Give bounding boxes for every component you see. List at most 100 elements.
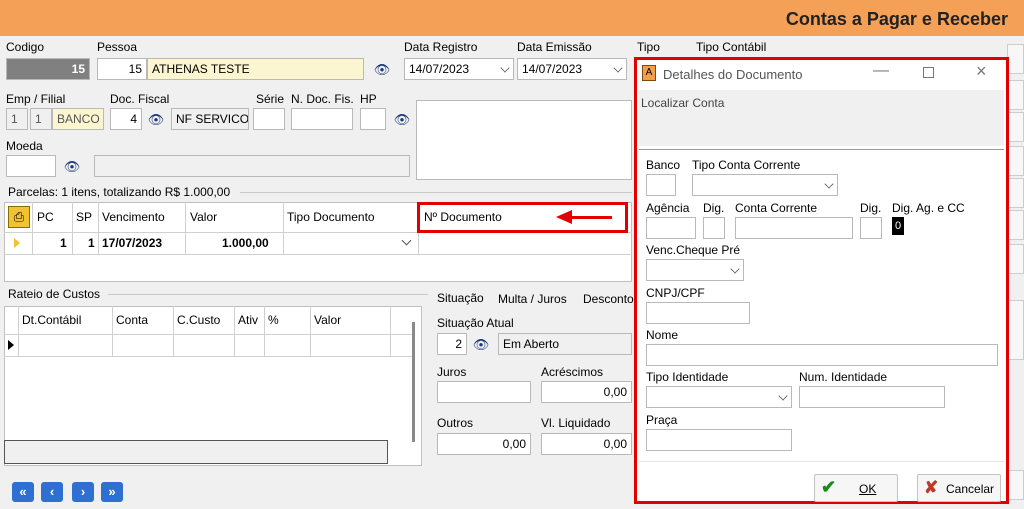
col-pc: PC [37, 210, 54, 224]
situacao-desc: Em Aberto [498, 333, 632, 355]
tipo-conta-label: Tipo Conta Corrente [692, 158, 801, 172]
chevron-down-icon [500, 63, 510, 73]
venc-cheque-label: Venc.Cheque Pré [646, 243, 741, 257]
n-doc-fis-label: N. Doc. Fis. [291, 92, 354, 106]
codigo-field[interactable]: 15 [6, 58, 90, 80]
close-icon[interactable]: × [976, 61, 987, 82]
data-registro-label: Data Registro [404, 40, 478, 54]
col-valor: Valor [190, 210, 218, 224]
venc-cheque-select[interactable] [646, 259, 744, 281]
side-button[interactable] [1007, 146, 1024, 176]
minimize-icon[interactable]: — [873, 62, 889, 80]
title-bar: Contas a Pagar e Receber [0, 0, 1024, 36]
banco-input[interactable] [646, 174, 676, 196]
doc-fiscal-desc: NF SERVICO [171, 108, 249, 130]
side-button[interactable] [1007, 300, 1024, 360]
ok-label: OK [859, 482, 877, 496]
col-conta: Conta [116, 313, 149, 327]
first-record-button[interactable]: « [12, 482, 34, 502]
dialog-spacer [639, 112, 1004, 146]
hp-label: HP [360, 92, 377, 106]
chevron-down-icon [613, 63, 623, 73]
printer-icon[interactable]: ⎙ [8, 206, 30, 228]
dig2-input[interactable] [860, 217, 882, 239]
tipo-contabil-label: Tipo Contábil [696, 40, 767, 54]
row-indicator-icon [8, 340, 14, 350]
filial-field[interactable]: 1 [30, 108, 52, 130]
app-icon: A [642, 65, 656, 81]
check-icon: ✔ [821, 477, 837, 497]
emp-field[interactable]: 1 [6, 108, 28, 130]
codigo-label: Codigo [6, 40, 45, 54]
tab-multa-juros[interactable]: Multa / Juros [498, 292, 567, 306]
situacao-code-field[interactable]: 2 [437, 333, 467, 355]
localizar-label: Localizar Conta [641, 96, 725, 110]
agencia-input[interactable] [646, 217, 696, 239]
tipo-label: Tipo [637, 40, 660, 54]
banco-field[interactable]: BANCO I [52, 108, 104, 130]
dig-label: Dig. [703, 201, 725, 215]
side-button[interactable] [1007, 210, 1024, 240]
outros-label: Outros [437, 416, 474, 430]
vl-liquidado-field[interactable]: 0,00 [541, 433, 632, 455]
tipo-identidade-select[interactable] [646, 386, 792, 408]
nome-input[interactable] [646, 344, 998, 366]
rateio-scrollbar[interactable] [412, 322, 415, 442]
side-button[interactable] [1007, 470, 1024, 500]
chevron-down-icon [730, 264, 740, 274]
juros-field[interactable] [437, 381, 531, 403]
acrescimos-field[interactable]: 0,00 [541, 381, 632, 403]
serie-field[interactable] [253, 108, 285, 130]
moeda-field[interactable] [6, 155, 56, 177]
n-doc-fis-field[interactable] [291, 108, 353, 130]
binoculars-icon[interactable]: 👁 [63, 160, 81, 174]
arrow-left-icon [556, 210, 572, 224]
data-registro-field[interactable]: 14/07/2023 [404, 58, 514, 80]
dig-ag-cc-label: Dig. Ag. e CC [892, 201, 965, 215]
col-vencimento: Vencimento [102, 210, 165, 224]
binoculars-icon[interactable]: 👁 [472, 338, 490, 352]
chevron-down-icon [824, 179, 834, 189]
col-ativ: Ativ [238, 313, 259, 327]
vl-liquidado-label: Vl. Liquidado [541, 416, 611, 430]
data-emissao-field[interactable]: 14/07/2023 [517, 58, 627, 80]
pessoa-id-field[interactable]: 15 [97, 58, 147, 80]
outros-field[interactable]: 0,00 [437, 433, 531, 455]
row-valor[interactable]: 1.000,00 [222, 236, 269, 250]
tab-desconto[interactable]: Desconto [583, 292, 634, 306]
maximize-icon[interactable] [923, 67, 934, 78]
num-identidade-input[interactable] [799, 386, 945, 408]
prev-record-button[interactable]: ‹ [41, 482, 63, 502]
conta-corrente-label: Conta Corrente [735, 201, 818, 215]
tab-situacao[interactable]: Situação [437, 291, 484, 305]
row-vencimento[interactable]: 17/07/2023 [102, 236, 162, 250]
side-button[interactable] [1007, 44, 1024, 74]
pessoa-name-field[interactable]: ATHENAS TESTE [147, 58, 364, 80]
last-record-button[interactable]: » [101, 482, 123, 502]
hp-field[interactable] [360, 108, 386, 130]
side-button[interactable] [1007, 112, 1024, 142]
ok-button[interactable]: ✔ OK [814, 474, 898, 502]
next-record-button[interactable]: › [72, 482, 94, 502]
binoculars-icon[interactable]: 👁 [373, 63, 391, 77]
side-button[interactable] [1007, 244, 1024, 274]
dig-input[interactable] [703, 217, 725, 239]
cancelar-button[interactable]: ✘ Cancelar [917, 474, 1001, 502]
observacao-area[interactable] [416, 100, 632, 180]
binoculars-icon[interactable]: 👁 [147, 113, 165, 127]
col-sp: SP [76, 210, 93, 224]
doc-fiscal-field[interactable]: 4 [110, 108, 142, 130]
praca-input[interactable] [646, 429, 792, 451]
agencia-label: Agência [646, 201, 690, 215]
binoculars-icon[interactable]: 👁 [393, 113, 411, 127]
conta-corrente-input[interactable] [735, 217, 853, 239]
cnpj-label: CNPJ/CPF [646, 286, 705, 300]
side-button[interactable] [1007, 80, 1024, 110]
side-button[interactable] [1007, 178, 1024, 208]
acrescimos-label: Acréscimos [541, 365, 604, 379]
moeda-desc [94, 155, 410, 177]
col-tipo-documento: Tipo Documento [287, 210, 375, 224]
praca-label: Praça [646, 413, 678, 427]
cnpj-input[interactable] [646, 302, 750, 324]
tipo-conta-select[interactable] [692, 174, 838, 196]
